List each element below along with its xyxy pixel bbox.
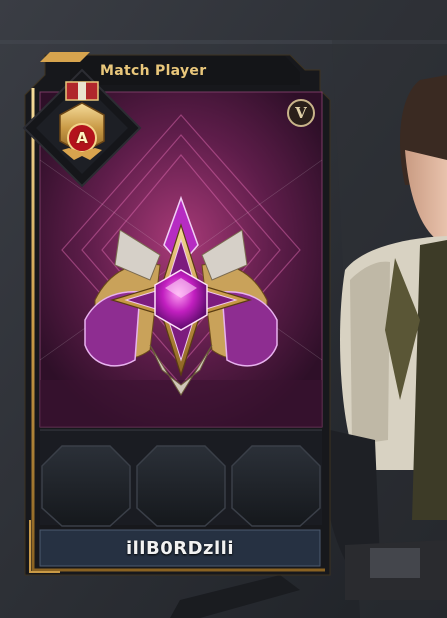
player-name: illB0RDzlli (125, 537, 235, 559)
v-badge-icon: V (287, 99, 315, 127)
card-title: Match Player (100, 63, 207, 79)
match-player-card[interactable]: Match Player V A illB0RDzlli (0, 0, 447, 618)
medal-grade-label: A (76, 129, 88, 147)
